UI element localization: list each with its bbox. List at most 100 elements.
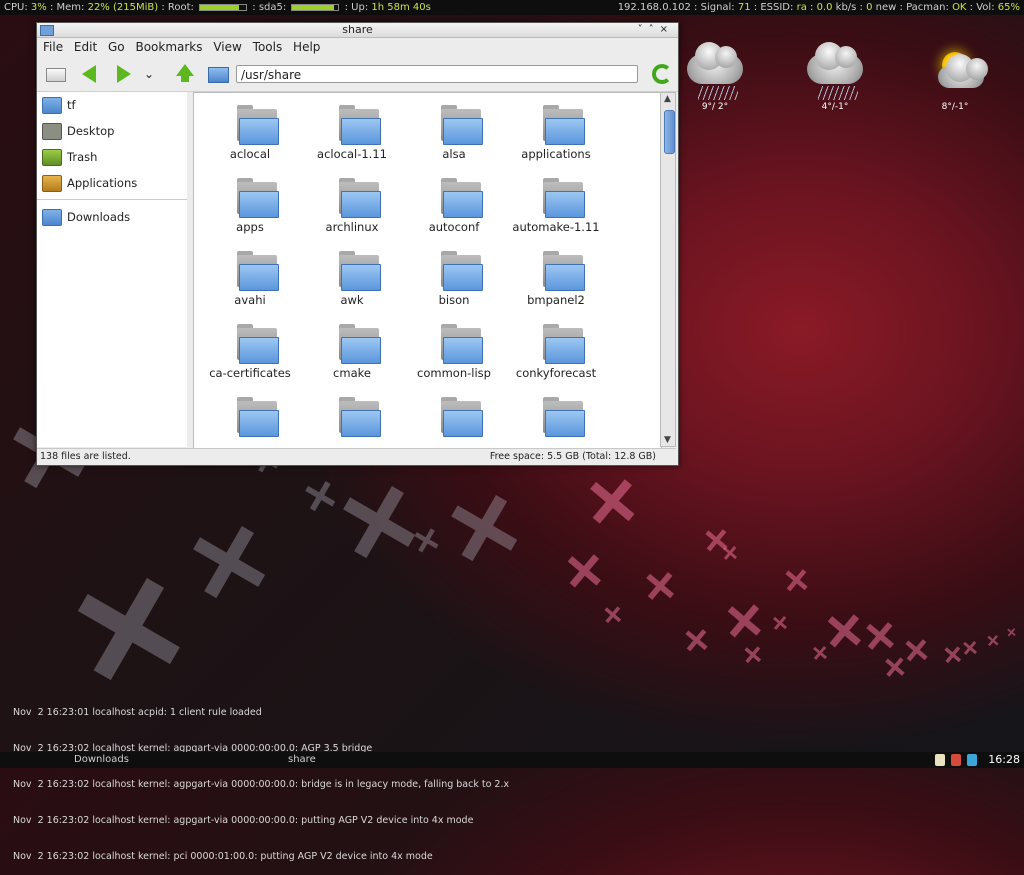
file-item[interactable]: avahi xyxy=(200,243,300,316)
file-name: bmpanel2 xyxy=(527,293,585,307)
scroll-up-icon[interactable]: ▲ xyxy=(664,94,671,104)
file-item[interactable] xyxy=(506,389,606,448)
file-item[interactable]: apps xyxy=(200,170,300,243)
scrollbar-thumb[interactable] xyxy=(664,110,675,154)
file-item[interactable] xyxy=(404,389,504,448)
system-tray xyxy=(935,754,980,766)
up-button[interactable] xyxy=(172,63,198,85)
folder-icon xyxy=(339,397,381,437)
file-manager-window: share ˅˄× File Edit Go Bookmarks View To… xyxy=(36,22,679,466)
history-dropdown-button[interactable]: ⌄ xyxy=(141,63,157,85)
folder-icon xyxy=(237,397,279,437)
weather-day-3: 8°/-1° xyxy=(920,42,990,112)
new-tab-button[interactable] xyxy=(43,63,69,85)
taskbar: Downloads share 16:28 xyxy=(0,752,1024,768)
task-downloads[interactable]: Downloads xyxy=(74,752,129,768)
file-item[interactable]: aclocal xyxy=(200,97,300,170)
sidebar-item-home[interactable]: tf xyxy=(37,92,187,118)
sidebar-item-trash[interactable]: Trash xyxy=(37,144,187,170)
file-item[interactable]: alsa xyxy=(404,97,504,170)
new-label: new xyxy=(875,2,897,13)
root-label: Root: xyxy=(167,2,194,13)
folder-icon xyxy=(339,178,381,218)
chevron-down-icon: ⌄ xyxy=(143,67,155,81)
folder-icon xyxy=(543,178,585,218)
reload-icon[interactable] xyxy=(652,64,672,84)
sidebar-item-desktop[interactable]: Desktop xyxy=(37,118,187,144)
folder-icon xyxy=(441,324,483,364)
window-titlebar[interactable]: share ˅˄× xyxy=(37,23,678,38)
folder-icon xyxy=(441,178,483,218)
file-item[interactable]: cmake xyxy=(302,316,402,389)
wallpaper-cross: + xyxy=(769,551,825,609)
menu-go[interactable]: Go xyxy=(108,40,125,54)
menu-edit[interactable]: Edit xyxy=(74,40,97,54)
essid-label: ESSID: xyxy=(760,2,794,13)
file-name: awk xyxy=(340,293,364,307)
menu-help[interactable]: Help xyxy=(293,40,320,54)
folder-icon xyxy=(543,251,585,291)
vertical-scrollbar[interactable]: ▲ ▼ xyxy=(660,92,676,447)
path-input[interactable]: /usr/share xyxy=(236,65,638,83)
file-item[interactable]: aclocal-1.11 xyxy=(302,97,402,170)
menu-file[interactable]: File xyxy=(43,40,63,54)
file-item[interactable]: autoconf xyxy=(404,170,504,243)
up-arrow-icon xyxy=(176,64,194,82)
applications-icon xyxy=(42,175,62,192)
dropbox-icon[interactable] xyxy=(967,754,978,766)
file-item[interactable]: common-lisp xyxy=(404,316,504,389)
file-item[interactable] xyxy=(200,389,300,448)
sidebar-item-applications[interactable]: Applications xyxy=(37,170,187,196)
menu-view[interactable]: View xyxy=(213,40,241,54)
status-bar: 138 files are listed. Free space: 5.5 GB… xyxy=(37,448,676,465)
root-usage-bar xyxy=(199,3,248,11)
menu-tools[interactable]: Tools xyxy=(253,40,283,54)
task-share[interactable]: share xyxy=(288,752,316,768)
file-item[interactable]: ca-certificates xyxy=(200,316,300,389)
file-name: bison xyxy=(438,293,470,307)
file-item[interactable]: bmpanel2 xyxy=(506,243,606,316)
file-item[interactable]: awk xyxy=(302,243,402,316)
menu-bookmarks[interactable]: Bookmarks xyxy=(135,40,202,54)
trash-icon xyxy=(42,149,62,166)
folder-icon xyxy=(543,324,585,364)
sda5-label: sda5: xyxy=(258,2,287,13)
rain-cloud-icon xyxy=(800,42,870,102)
file-item[interactable]: automake-1.11 xyxy=(506,170,606,243)
network-icon[interactable] xyxy=(951,754,962,766)
sidebar-item-label: Trash xyxy=(67,150,98,164)
folder-icon xyxy=(237,105,279,145)
back-button[interactable] xyxy=(76,63,102,85)
sidebar-item-downloads[interactable]: Downloads xyxy=(37,204,187,230)
home-button[interactable] xyxy=(205,63,231,85)
notes-icon[interactable] xyxy=(935,754,945,766)
essid-value: ra xyxy=(796,2,807,13)
file-item[interactable]: applications xyxy=(506,97,606,170)
cpu-value: 3% xyxy=(30,2,47,13)
folder-icon xyxy=(339,251,381,291)
system-status-bar: CPU: 3% : Mem: 22% (215MiB) : Root: : sd… xyxy=(0,0,1024,15)
signal-label: Signal: xyxy=(700,2,735,13)
file-item[interactable]: conkyforecast xyxy=(506,316,606,389)
weather-day-1: 9°/ 2° xyxy=(680,42,750,112)
weather-temp: 8°/-1° xyxy=(941,102,969,112)
new-tab-icon xyxy=(46,68,66,82)
file-view: aclocal aclocal-1.11 alsa applications apps a… xyxy=(193,92,662,449)
folder-icon xyxy=(339,324,381,364)
file-item[interactable]: archlinux xyxy=(302,170,402,243)
mem-value: 22% (215MiB) xyxy=(87,2,159,13)
clock: 16:28 xyxy=(988,753,1020,766)
forward-button[interactable] xyxy=(110,63,136,85)
weather-temp: 4°/-1° xyxy=(821,102,849,112)
window-controls[interactable]: ˅˄× xyxy=(638,23,674,37)
scroll-down-icon[interactable]: ▼ xyxy=(664,435,671,445)
file-name: alsa xyxy=(442,147,466,161)
folder-icon xyxy=(208,67,229,83)
file-item[interactable] xyxy=(302,389,402,448)
folder-icon xyxy=(543,397,585,437)
weather-day-2: 4°/-1° xyxy=(800,42,870,112)
folder-icon xyxy=(441,251,483,291)
file-item[interactable]: bison xyxy=(404,243,504,316)
sidebar-item-label: Downloads xyxy=(67,210,131,224)
sidebar-item-label: Desktop xyxy=(67,124,115,138)
